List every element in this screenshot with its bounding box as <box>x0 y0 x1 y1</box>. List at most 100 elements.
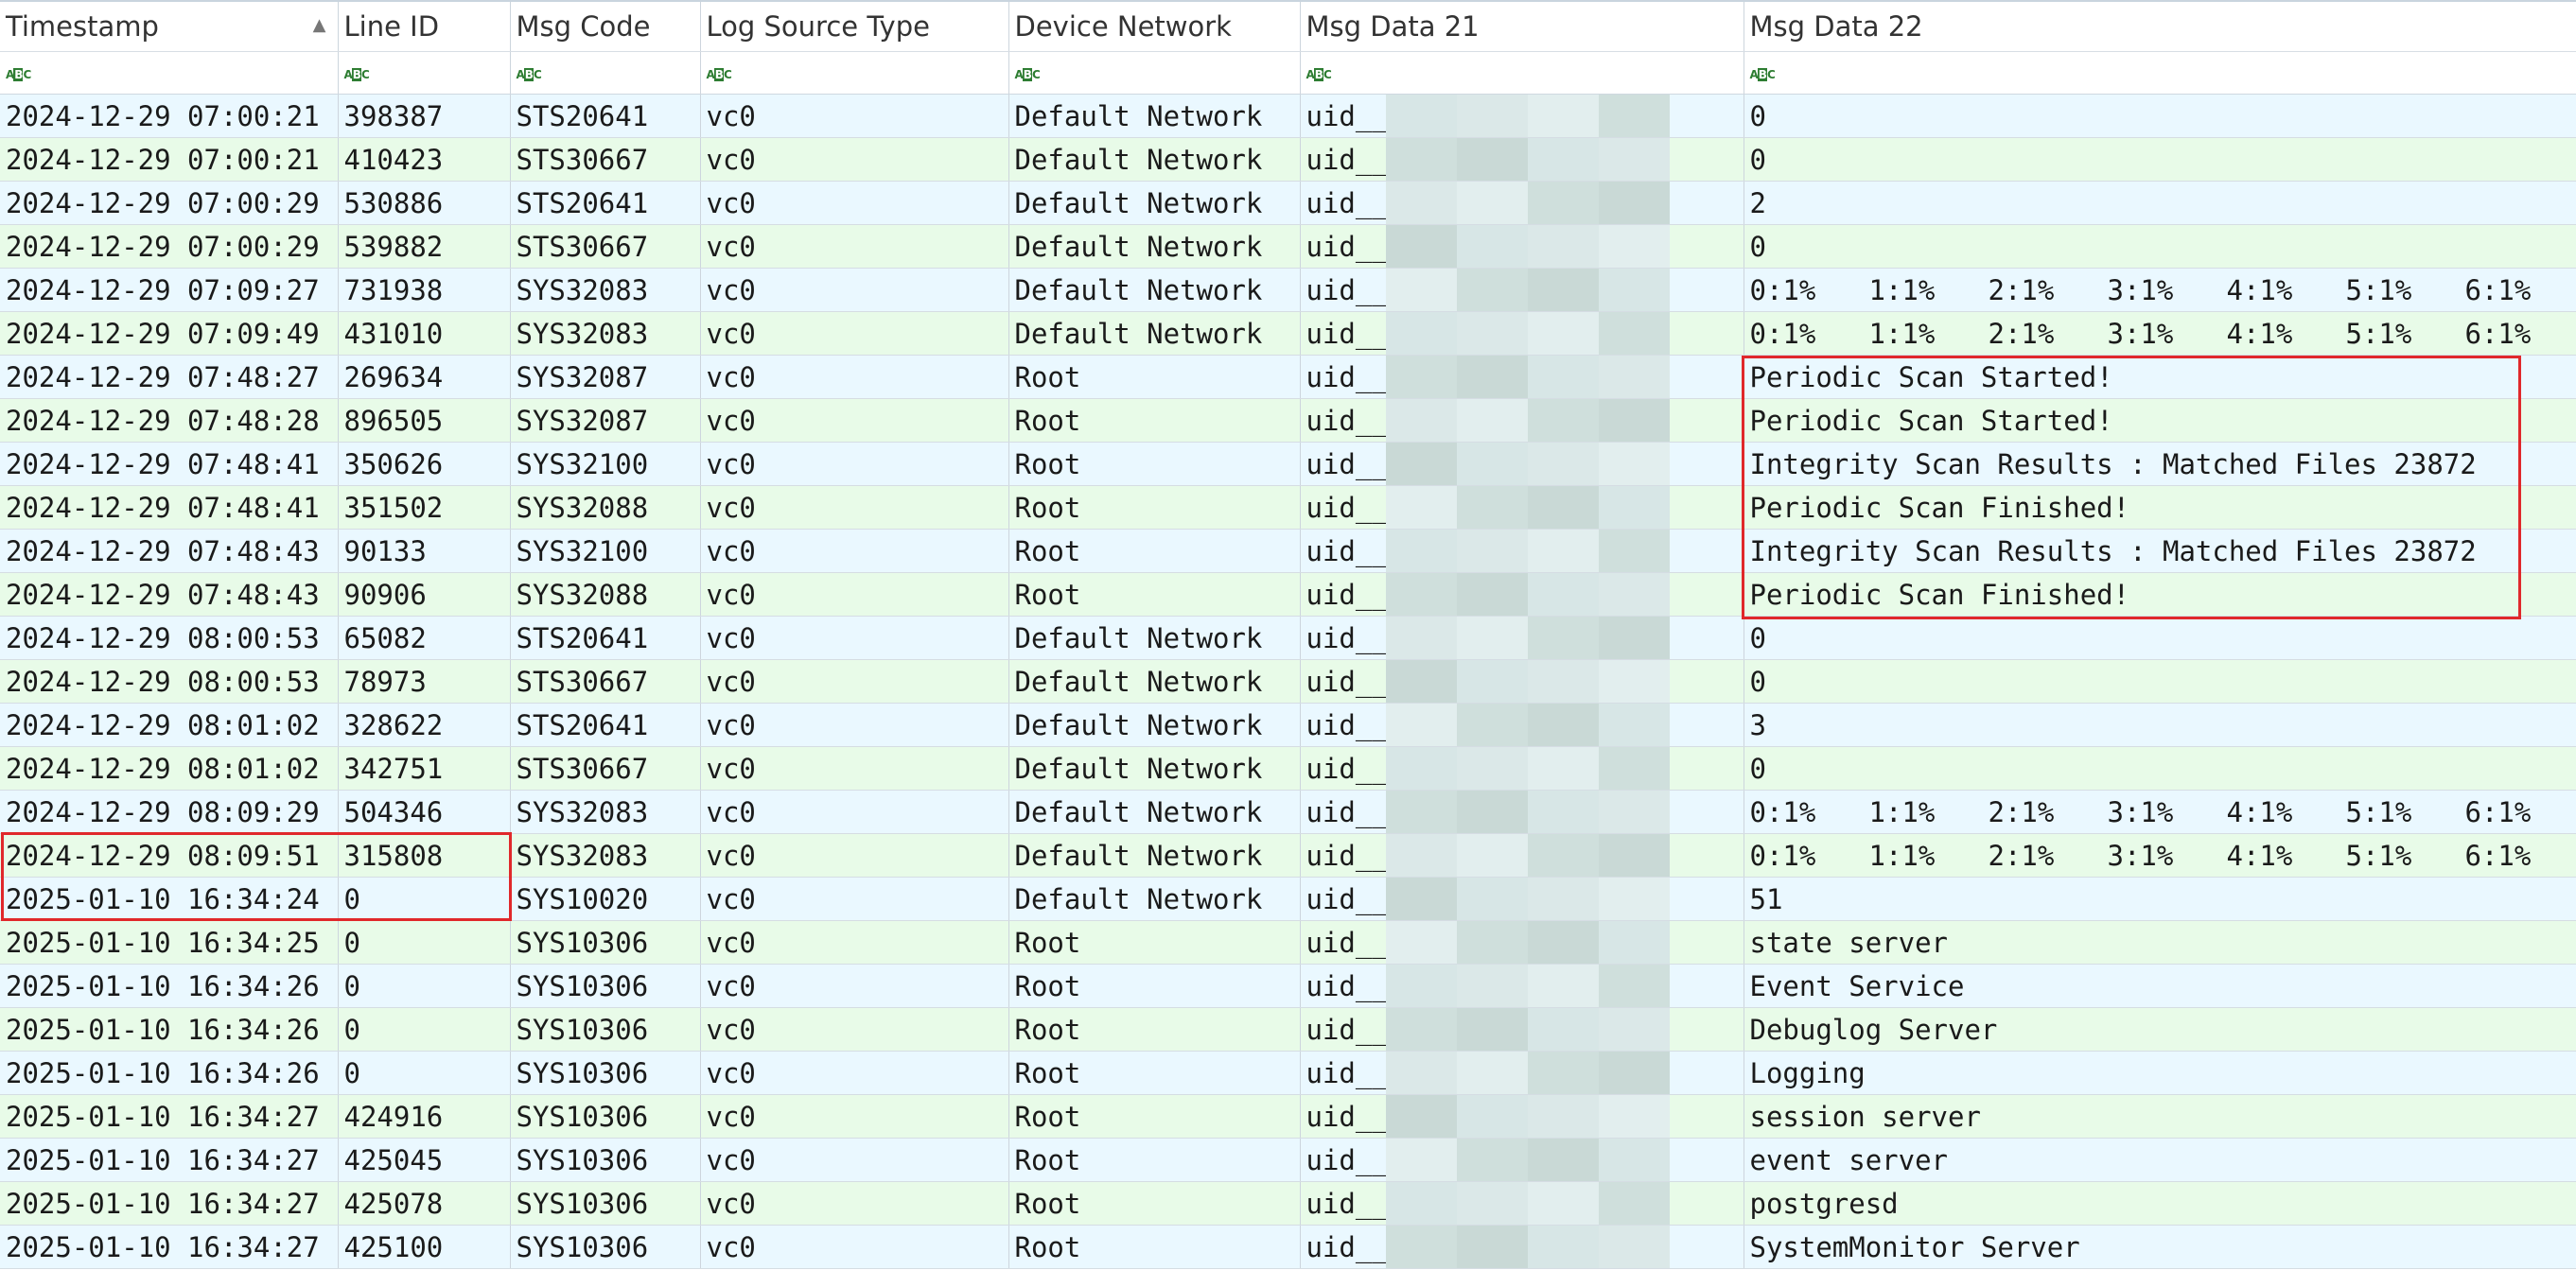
cell-log-source-type[interactable]: vc0 <box>700 268 1009 312</box>
cell-log-source-type[interactable]: vc0 <box>700 616 1009 660</box>
cell-log-source-type[interactable]: vc0 <box>700 746 1009 791</box>
cell-timestamp[interactable]: 2025-01-10 16:34:26 <box>0 1007 339 1052</box>
cell-device-network[interactable]: Default Network <box>1008 137 1301 182</box>
cell-timestamp[interactable]: 2024-12-29 08:09:29 <box>0 790 339 834</box>
table-row[interactable]: 2025-01-10 16:34:26 0 SYS10306 vc0 Root uid__… <box>0 964 2576 1008</box>
cell-line-id[interactable]: 398387 <box>338 94 511 138</box>
cell-msg-data-21[interactable]: uid__ <box>1300 877 1744 921</box>
cell-log-source-type[interactable]: vc0 <box>700 703 1009 747</box>
cell-device-network[interactable]: Root <box>1008 1225 1301 1269</box>
cell-msg-data-21[interactable]: uid__ <box>1300 181 1744 225</box>
cell-msg-data-22[interactable]: 2 <box>1744 181 2576 225</box>
table-row[interactable]: 2025-01-10 16:34:24 0 SYS10020 vc0 Default N… <box>0 877 2576 921</box>
cell-msg-code[interactable]: SYS10020 <box>510 877 701 921</box>
cell-device-network[interactable]: Default Network <box>1008 877 1301 921</box>
cell-device-network[interactable]: Root <box>1008 1138 1301 1182</box>
cell-msg-data-21[interactable]: uid__ <box>1300 1007 1744 1052</box>
column-header-timestamp[interactable]: Timestamp ▲ <box>0 0 339 52</box>
cell-device-network[interactable]: Default Network <box>1008 790 1301 834</box>
cell-msg-code[interactable]: STS20641 <box>510 616 701 660</box>
cell-timestamp[interactable]: 2024-12-29 08:00:53 <box>0 659 339 704</box>
cell-msg-data-22[interactable]: Periodic Scan Finished! <box>1744 572 2576 617</box>
cell-device-network[interactable]: Default Network <box>1008 659 1301 704</box>
cell-msg-data-22[interactable]: Event Service <box>1744 964 2576 1008</box>
cell-timestamp[interactable]: 2024-12-29 08:01:02 <box>0 746 339 791</box>
cell-msg-code[interactable]: SYS32100 <box>510 529 701 573</box>
table-row[interactable]: 2024-12-29 08:01:02 342751 STS30667 vc0 Defa… <box>0 746 2576 791</box>
table-row[interactable]: 2024-12-29 07:48:43 90906 SYS32088 vc0 Root u… <box>0 572 2576 617</box>
cell-msg-data-22[interactable]: state server <box>1744 920 2576 965</box>
column-header-msg-data-22[interactable]: Msg Data 22 <box>1744 0 2576 52</box>
cell-msg-data-22[interactable]: 0:1% 1:1% 2:1% 3:1% 4:1% 5:1% 6:1% <box>1744 833 2576 878</box>
cell-msg-data-22[interactable]: 51 <box>1744 877 2576 921</box>
cell-log-source-type[interactable]: vc0 <box>700 181 1009 225</box>
cell-msg-data-21[interactable]: uid__ <box>1300 572 1744 617</box>
cell-timestamp[interactable]: 2025-01-10 16:34:25 <box>0 920 339 965</box>
table-row[interactable]: 2024-12-29 08:00:53 78973 STS30667 vc0 Defau… <box>0 659 2576 704</box>
cell-msg-data-21[interactable]: uid__ <box>1300 224 1744 269</box>
column-header-msg-code[interactable]: Msg Code <box>510 0 701 52</box>
cell-msg-data-21[interactable]: uid__ <box>1300 833 1744 878</box>
cell-device-network[interactable]: Root <box>1008 355 1301 399</box>
column-header-device-network[interactable]: Device Network <box>1008 0 1301 52</box>
cell-msg-data-22[interactable]: event server <box>1744 1138 2576 1182</box>
cell-msg-code[interactable]: SYS32087 <box>510 398 701 443</box>
cell-msg-data-21[interactable]: uid__ <box>1300 268 1744 312</box>
cell-timestamp[interactable]: 2024-12-29 07:48:43 <box>0 529 339 573</box>
cell-timestamp[interactable]: 2024-12-29 07:48:41 <box>0 442 339 486</box>
cell-line-id[interactable]: 90133 <box>338 529 511 573</box>
cell-line-id[interactable]: 731938 <box>338 268 511 312</box>
cell-timestamp[interactable]: 2025-01-10 16:34:26 <box>0 1051 339 1095</box>
column-header-line-id[interactable]: Line ID <box>338 0 511 52</box>
cell-line-id[interactable]: 0 <box>338 964 511 1008</box>
cell-timestamp[interactable]: 2025-01-10 16:34:27 <box>0 1181 339 1226</box>
table-row[interactable]: 2025-01-10 16:34:27 425078 SYS10306 vc0 Root… <box>0 1181 2576 1226</box>
cell-msg-data-21[interactable]: uid__ <box>1300 311 1744 356</box>
cell-msg-data-22[interactable]: Periodic Scan Finished! <box>1744 485 2576 530</box>
cell-msg-data-22[interactable]: Integrity Scan Results : Matched Files 2… <box>1744 442 2576 486</box>
cell-msg-data-22[interactable]: 0 <box>1744 224 2576 269</box>
cell-line-id[interactable]: 0 <box>338 877 511 921</box>
cell-line-id[interactable]: 530886 <box>338 181 511 225</box>
cell-timestamp[interactable]: 2024-12-29 07:00:29 <box>0 224 339 269</box>
cell-device-network[interactable]: Default Network <box>1008 268 1301 312</box>
cell-device-network[interactable]: Root <box>1008 920 1301 965</box>
cell-log-source-type[interactable]: vc0 <box>700 311 1009 356</box>
cell-log-source-type[interactable]: vc0 <box>700 1007 1009 1052</box>
cell-device-network[interactable]: Root <box>1008 1094 1301 1139</box>
cell-msg-data-21[interactable]: uid__ <box>1300 964 1744 1008</box>
cell-msg-data-21[interactable]: uid__ <box>1300 746 1744 791</box>
table-row[interactable]: 2024-12-29 07:48:41 351502 SYS32088 vc0 Root… <box>0 485 2576 530</box>
cell-log-source-type[interactable]: vc0 <box>700 224 1009 269</box>
cell-device-network[interactable]: Default Network <box>1008 94 1301 138</box>
table-row[interactable]: 2024-12-29 07:00:29 530886 STS20641 vc0 Defa… <box>0 181 2576 225</box>
cell-device-network[interactable]: Default Network <box>1008 181 1301 225</box>
cell-msg-code[interactable]: SYS10306 <box>510 1225 701 1269</box>
cell-msg-data-21[interactable]: uid__ <box>1300 1051 1744 1095</box>
cell-log-source-type[interactable]: vc0 <box>700 1094 1009 1139</box>
cell-msg-code[interactable]: SYS10306 <box>510 1181 701 1226</box>
cell-msg-code[interactable]: SYS32083 <box>510 833 701 878</box>
cell-msg-code[interactable]: SYS10306 <box>510 1094 701 1139</box>
cell-line-id[interactable]: 410423 <box>338 137 511 182</box>
table-row[interactable]: 2025-01-10 16:34:27 425045 SYS10306 vc0 Root… <box>0 1138 2576 1182</box>
table-row[interactable]: 2024-12-29 07:09:49 431010 SYS32083 vc0 Defa… <box>0 311 2576 356</box>
cell-msg-code[interactable]: STS20641 <box>510 181 701 225</box>
cell-log-source-type[interactable]: vc0 <box>700 1138 1009 1182</box>
cell-msg-code[interactable]: SYS32088 <box>510 485 701 530</box>
cell-log-source-type[interactable]: vc0 <box>700 485 1009 530</box>
cell-device-network[interactable]: Root <box>1008 572 1301 617</box>
cell-msg-code[interactable]: STS30667 <box>510 137 701 182</box>
cell-msg-data-22[interactable]: postgresd <box>1744 1181 2576 1226</box>
cell-timestamp[interactable]: 2025-01-10 16:34:27 <box>0 1094 339 1139</box>
cell-timestamp[interactable]: 2025-01-10 16:34:27 <box>0 1225 339 1269</box>
cell-msg-data-21[interactable]: uid__ <box>1300 94 1744 138</box>
cell-log-source-type[interactable]: vc0 <box>700 833 1009 878</box>
table-row[interactable]: 2025-01-10 16:34:26 0 SYS10306 vc0 Root uid__… <box>0 1007 2576 1052</box>
cell-msg-data-21[interactable]: uid__ <box>1300 659 1744 704</box>
cell-msg-data-21[interactable]: uid__ <box>1300 485 1744 530</box>
cell-msg-code[interactable]: STS20641 <box>510 94 701 138</box>
cell-msg-data-21[interactable]: uid__ <box>1300 920 1744 965</box>
cell-line-id[interactable]: 539882 <box>338 224 511 269</box>
cell-timestamp[interactable]: 2024-12-29 07:48:27 <box>0 355 339 399</box>
